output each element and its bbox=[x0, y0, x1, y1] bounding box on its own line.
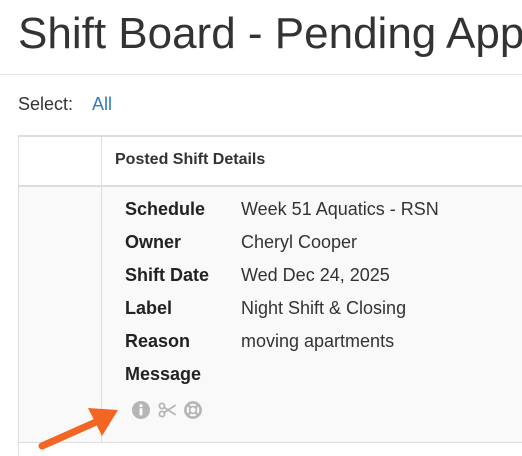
detail-key: Owner bbox=[125, 232, 182, 252]
detail-key: Schedule bbox=[125, 199, 206, 219]
detail-value: Week 51 Aquatics - RSN bbox=[241, 199, 439, 219]
page-title: Shift Board - Pending Approvals bbox=[18, 9, 522, 58]
column-divider bbox=[101, 137, 102, 443]
posted-shift-details-header: Posted Shift Details bbox=[115, 151, 266, 168]
detail-key: Message bbox=[125, 364, 202, 384]
annotation-arrow-icon bbox=[38, 408, 118, 450]
detail-value: Cheryl Cooper bbox=[241, 232, 358, 252]
detail-key: Label bbox=[125, 298, 173, 318]
select-all-link[interactable]: All bbox=[92, 94, 112, 114]
select-label: Select: bbox=[18, 94, 74, 114]
table-header: Posted Shift Details bbox=[19, 137, 522, 187]
detail-value: Wed Dec 24, 2025 bbox=[241, 265, 390, 285]
info-icon[interactable] bbox=[131, 400, 151, 420]
lifebuoy-icon[interactable] bbox=[183, 400, 203, 420]
title-divider bbox=[0, 74, 522, 75]
detail-key: Shift Date bbox=[125, 265, 210, 285]
select-row: Select: All bbox=[18, 92, 112, 116]
detail-value: moving apartments bbox=[241, 331, 395, 351]
shift-actions bbox=[131, 399, 209, 421]
page: Shift Board - Pending Approvals Select: … bbox=[0, 0, 522, 456]
scissors-icon[interactable] bbox=[157, 400, 177, 420]
detail-key: Reason bbox=[125, 331, 191, 351]
detail-value: Night Shift & Closing bbox=[241, 298, 407, 318]
